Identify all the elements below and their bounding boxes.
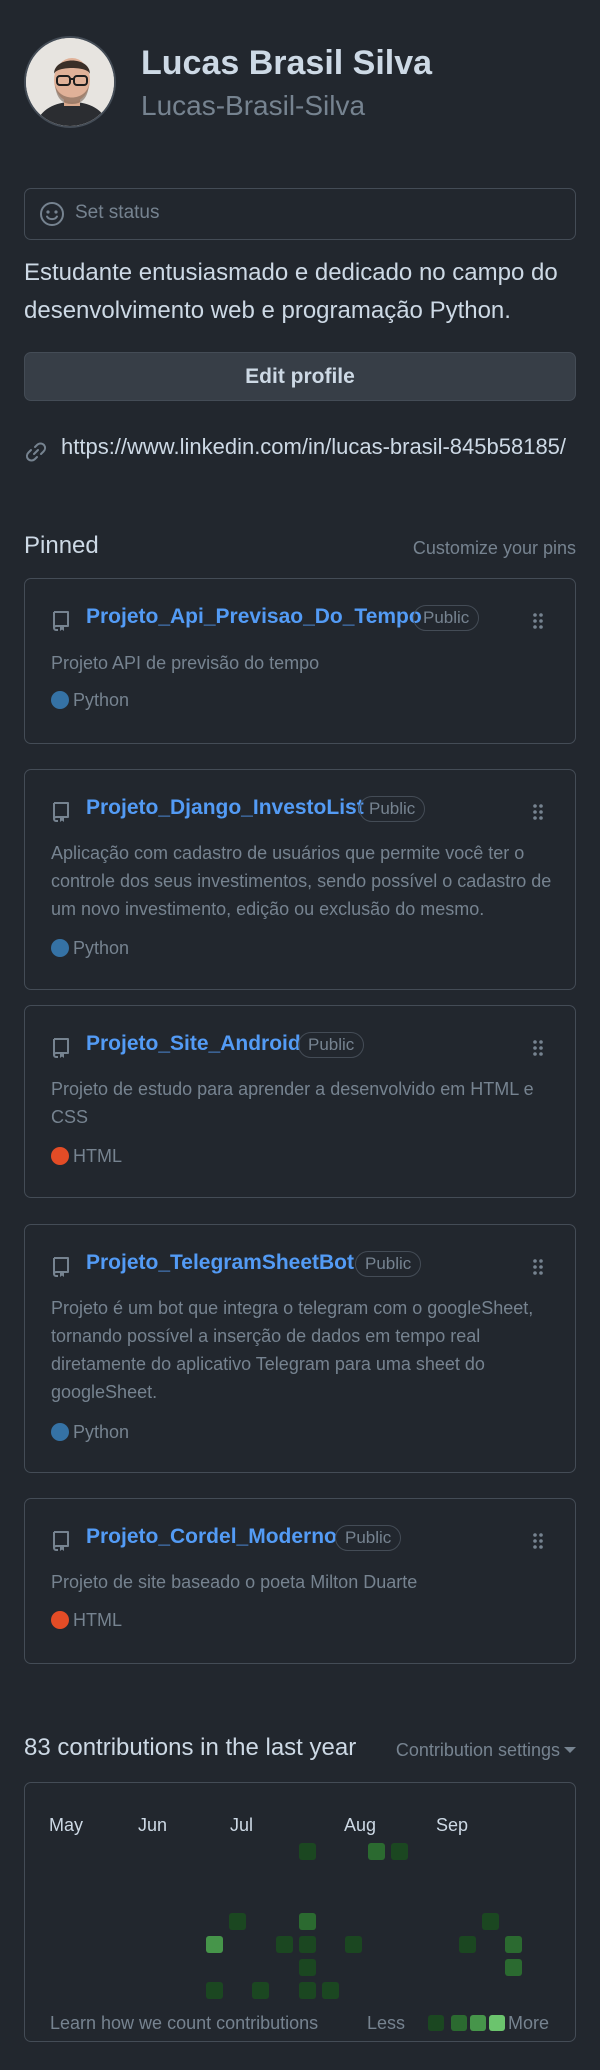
contribution-day[interactable] [322, 1982, 339, 1999]
repo-description: Projeto de estudo para aprender a desenv… [51, 1079, 534, 1127]
contribution-day[interactable] [206, 1982, 223, 1999]
drag-handle-icon[interactable] [531, 802, 545, 822]
drag-handle-icon[interactable] [531, 1038, 545, 1058]
avatar-image [26, 38, 114, 126]
contributions-heading: 83 contributions in the last year [24, 1734, 357, 1761]
repo-icon [53, 1038, 69, 1058]
repo-description: Projeto API de previsão do tempo [51, 653, 320, 673]
contribution-day[interactable] [206, 1936, 223, 1953]
profile-header: Lucas Brasil Silva Lucas-Brasil-Silva [24, 36, 576, 136]
month-label: May [49, 1815, 84, 1835]
contribution-day[interactable] [299, 1959, 316, 1976]
language-label: Python [73, 690, 130, 710]
language-label: Python [73, 938, 130, 958]
visibility-badge: Public [298, 1032, 365, 1058]
language-color-dot [51, 1147, 69, 1165]
legend-level-4 [489, 2015, 505, 2031]
repo-language: Python [51, 690, 129, 714]
contribution-day[interactable] [299, 1913, 316, 1930]
contribution-settings-label: Contribution settings [395, 1740, 560, 1760]
repo-language: HTML [51, 1610, 122, 1634]
profile-full-name: Lucas Brasil Silva [141, 44, 433, 82]
profile-link[interactable]: https://www.linkedin.com/in/lucas-brasil… [24, 434, 584, 466]
contribution-day[interactable] [368, 1843, 385, 1860]
contribution-day[interactable] [229, 1913, 246, 1930]
legend-less-label: Less [367, 2013, 406, 2033]
repo-name-link[interactable]: Projeto_Cordel_Moderno [86, 1525, 337, 1549]
language-color-dot [51, 939, 69, 957]
repo-name-link[interactable]: Projeto_Django_InvestoList [86, 796, 364, 820]
contribution-day[interactable] [345, 1936, 362, 1953]
contribution-day[interactable] [505, 1936, 522, 1953]
repo-name-link[interactable]: Projeto_Site_Android [86, 1032, 301, 1056]
smiley-icon [40, 202, 64, 226]
pinned-repo-card: Projeto_Site_Android Public Projeto de e… [24, 1005, 576, 1198]
edit-profile-button[interactable]: Edit profile [24, 352, 576, 401]
visibility-badge: Public [413, 605, 480, 631]
contribution-day[interactable] [505, 1959, 522, 1976]
repo-language: Python [51, 938, 129, 962]
repo-icon [53, 611, 69, 631]
repo-icon [53, 1257, 69, 1277]
contribution-settings-dropdown[interactable]: Contribution settings [396, 1740, 576, 1761]
contribution-day[interactable] [391, 1843, 408, 1860]
caret-down-icon [564, 1747, 576, 1753]
contribution-day[interactable] [299, 1936, 316, 1953]
avatar[interactable] [24, 36, 116, 128]
repo-description: Projeto de site baseado o poeta Milton D… [51, 1572, 418, 1592]
pinned-repo-card: Projeto_Cordel_Moderno Public Projeto de… [24, 1498, 576, 1664]
language-label: HTML [73, 1146, 122, 1166]
learn-contributions-link[interactable]: Learn how we count contributions [50, 2013, 318, 2034]
language-color-dot [51, 1611, 69, 1629]
month-label: Jul [230, 1815, 254, 1835]
profile-bio: Estudante entusiasmado e dedicado no cam… [24, 259, 558, 324]
legend-level-2 [451, 2015, 467, 2031]
language-label: HTML [73, 1610, 122, 1630]
month-label: Sep [436, 1815, 469, 1835]
repo-language: Python [51, 1422, 129, 1446]
repo-description: Projeto é um bot que integra o telegram … [51, 1298, 534, 1402]
repo-icon [53, 802, 69, 822]
visibility-badge: Public [355, 1251, 422, 1277]
repo-name-link[interactable]: Projeto_TelegramSheetBot [86, 1251, 354, 1275]
repo-language: HTML [51, 1146, 122, 1170]
pinned-repo-card: Projeto_Api_Previsao_Do_Tempo Public Pro… [24, 578, 576, 744]
contribution-day[interactable] [276, 1936, 293, 1953]
link-icon [25, 442, 47, 462]
drag-handle-icon[interactable] [531, 611, 545, 631]
contribution-graph: May Jun Jul Aug Sep Learn how we count c… [24, 1782, 576, 2042]
contribution-day[interactable] [299, 1982, 316, 1999]
drag-handle-icon[interactable] [531, 1257, 545, 1277]
profile-username: Lucas-Brasil-Silva [141, 90, 366, 121]
repo-description: Aplicação com cadastro de usuários que p… [51, 843, 552, 919]
customize-pins-link[interactable]: Customize your pins [413, 538, 576, 559]
contribution-day[interactable] [299, 1843, 316, 1860]
language-label: Python [73, 1422, 130, 1442]
pinned-repo-card: Projeto_Django_InvestoList Public Aplica… [24, 769, 576, 990]
visibility-badge: Public [359, 796, 426, 822]
repo-name-link[interactable]: Projeto_Api_Previsao_Do_Tempo [86, 605, 422, 629]
contribution-day[interactable] [252, 1982, 269, 1999]
month-label: Aug [344, 1815, 377, 1835]
contribution-day[interactable] [459, 1936, 476, 1953]
month-label: Jun [138, 1815, 168, 1835]
legend-level-3 [470, 2015, 486, 2031]
set-status-label: Set status [75, 202, 160, 223]
repo-icon [53, 1531, 69, 1551]
legend-level-1 [428, 2015, 444, 2031]
language-color-dot [51, 691, 69, 709]
set-status-button[interactable]: Set status [24, 188, 576, 240]
language-color-dot [51, 1423, 69, 1441]
pinned-heading: Pinned [24, 532, 99, 559]
visibility-badge: Public [335, 1525, 402, 1551]
pinned-repo-card: Projeto_TelegramSheetBot Public Projeto … [24, 1224, 576, 1473]
legend-more-label: More [508, 2013, 550, 2033]
contribution-day[interactable] [482, 1913, 499, 1930]
linkedin-url[interactable]: https://www.linkedin.com/in/lucas-brasil… [61, 434, 566, 460]
drag-handle-icon[interactable] [531, 1531, 545, 1551]
